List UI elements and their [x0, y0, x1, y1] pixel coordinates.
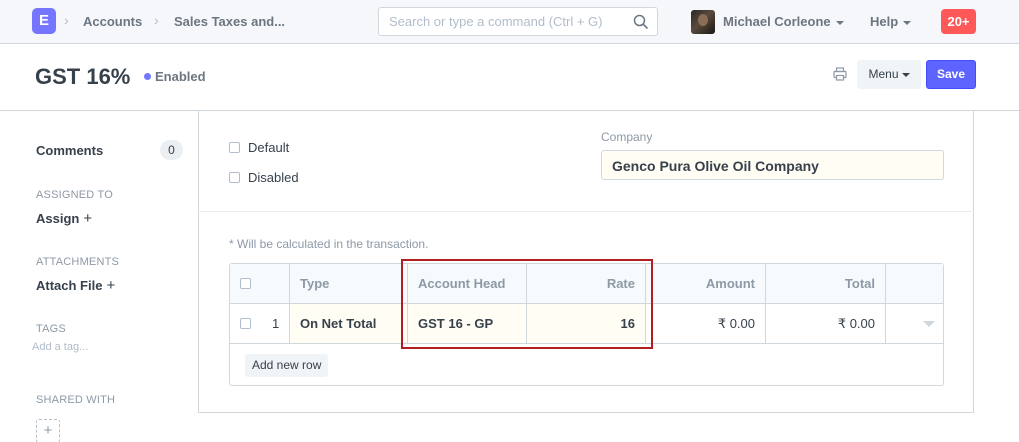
navbar: E › Accounts › Sales Taxes and... Michae…	[0, 0, 1019, 44]
default-checkbox[interactable]: Default	[229, 140, 289, 155]
status-indicator-dot	[144, 73, 151, 80]
breadcrumb-accounts[interactable]: Accounts	[83, 14, 142, 29]
column-header-type: Type	[290, 264, 408, 303]
disabled-label: Disabled	[248, 170, 299, 185]
chevron-right-icon: ›	[154, 12, 159, 28]
total-cell: ₹ 0.00	[766, 304, 886, 343]
search-icon[interactable]	[633, 14, 649, 30]
checkbox-icon	[229, 142, 240, 153]
column-header-actions	[886, 264, 943, 303]
attachments-heading: ATTACHMENTS	[36, 256, 120, 268]
comments-count-badge: 0	[160, 140, 183, 160]
disabled-checkbox[interactable]: Disabled	[229, 170, 299, 185]
plus-icon: +	[83, 210, 93, 227]
user-menu[interactable]: Michael Corleone	[723, 14, 844, 29]
user-name: Michael Corleone	[723, 14, 831, 29]
assign-button[interactable]: Assign +	[36, 210, 92, 227]
company-field[interactable]: Genco Pura Olive Oil Company	[601, 150, 944, 180]
caret-down-icon	[901, 72, 910, 77]
assign-label: Assign	[36, 211, 80, 226]
assigned-to-heading: ASSIGNED TO	[36, 189, 113, 201]
type-cell[interactable]: On Net Total	[290, 304, 408, 343]
page-title: GST 16%	[35, 64, 131, 89]
attach-file-button[interactable]: Attach File +	[36, 277, 115, 294]
caret-down-icon	[903, 20, 912, 25]
print-icon[interactable]	[833, 67, 847, 81]
save-button[interactable]: Save	[926, 60, 976, 89]
menu-button[interactable]: Menu	[857, 60, 921, 89]
notifications-badge[interactable]: 20+	[941, 9, 976, 34]
add-share-button[interactable]: +	[36, 419, 60, 442]
table-row[interactable]: 1 On Net Total GST 16 - GP 16 ₹ 0.00 ₹ 0…	[230, 304, 943, 344]
amount-cell: ₹ 0.00	[646, 304, 766, 343]
column-header-total: Total	[766, 264, 886, 303]
column-header-rate: Rate	[527, 264, 646, 303]
taxes-table: Type Account Head Rate Amount Total 1 On…	[229, 263, 944, 386]
search-input[interactable]	[379, 8, 619, 35]
add-new-row-button[interactable]: Add new row	[245, 354, 329, 377]
select-all-cell	[230, 264, 290, 303]
caret-down-icon	[835, 20, 844, 25]
column-header-account-head: Account Head	[408, 264, 527, 303]
plus-icon: +	[106, 277, 116, 294]
row-edit-caret-icon[interactable]	[923, 321, 935, 327]
help-label: Help	[870, 14, 899, 29]
attach-file-label: Attach File	[36, 278, 103, 293]
row-select-cell: 1	[230, 304, 290, 343]
status-indicator: Enabled	[155, 69, 206, 84]
chevron-right-icon: ›	[64, 12, 69, 28]
default-label: Default	[248, 140, 290, 155]
checkbox-icon	[229, 172, 240, 183]
account-head-cell[interactable]: GST 16 - GP	[408, 304, 527, 343]
row-checkbox[interactable]	[240, 318, 251, 329]
rate-cell[interactable]: 16	[527, 304, 646, 343]
calculation-note: * Will be calculated in the transaction.	[229, 237, 429, 251]
select-all-checkbox[interactable]	[240, 278, 251, 289]
row-index: 1	[272, 316, 280, 331]
breadcrumb-sales-taxes[interactable]: Sales Taxes and...	[174, 14, 285, 29]
add-tag-input[interactable]: Add a tag...	[32, 341, 88, 353]
menu-button-label: Menu	[868, 67, 899, 81]
user-avatar[interactable]	[691, 10, 715, 34]
plus-icon: +	[43, 422, 53, 439]
section-divider	[198, 211, 974, 212]
table-header: Type Account Head Rate Amount Total	[230, 264, 943, 304]
search-bar	[378, 7, 658, 36]
help-menu[interactable]: Help	[870, 14, 912, 29]
company-label: Company	[601, 130, 653, 144]
app-logo[interactable]: E	[32, 8, 56, 34]
tags-heading: TAGS	[36, 323, 66, 335]
column-header-amount: Amount	[646, 264, 766, 303]
page-head: GST 16% Enabled Menu Save	[0, 44, 1019, 111]
shared-with-heading: SHARED WITH	[36, 394, 116, 406]
sidebar-comments[interactable]: Comments	[36, 143, 103, 158]
